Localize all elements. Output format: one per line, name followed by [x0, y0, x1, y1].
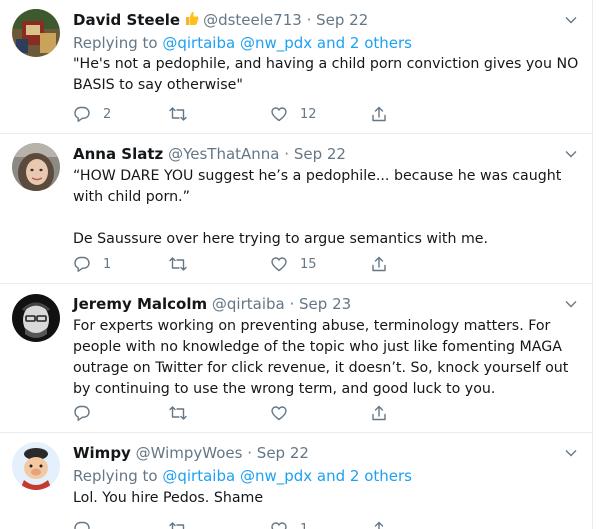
chevron-down-icon[interactable] — [564, 445, 578, 459]
like-count: 15 — [300, 256, 317, 272]
thumbs-up-emoji-icon — [184, 10, 200, 31]
user-handle[interactable]: @WimpyWoes — [136, 444, 243, 462]
tweet-actions: 2 12 — [73, 104, 403, 124]
tweet-text: For experts working on preventing abuse,… — [73, 318, 569, 397]
like-count: 1 — [300, 521, 309, 529]
share-button[interactable] — [370, 254, 388, 274]
tweet-text-paragraph-1: “HOW DARE YOU suggest he’s a pedophile..… — [73, 168, 562, 205]
tweet-text: Lol. You hire Pedos. Shame — [73, 490, 264, 506]
tweet-header: Anna Slatz @YesThatAnna · Sep 22 — [73, 145, 346, 163]
tweet-wimpy[interactable]: Wimpy @WimpyWoes · Sep 22 Replying to @q… — [0, 432, 592, 529]
share-icon — [372, 256, 386, 272]
tweet-jeremy-malcolm[interactable]: Jeremy Malcolm @qirtaiba · Sep 23 For ex… — [0, 283, 592, 433]
reply-count: 2 — [103, 106, 112, 122]
like-button[interactable]: 15 — [270, 254, 317, 274]
heart-icon — [271, 522, 287, 529]
avatar[interactable] — [12, 442, 60, 490]
reply-button[interactable]: 2 — [73, 104, 111, 124]
share-icon — [372, 106, 386, 122]
others-link[interactable]: and 2 others — [317, 467, 412, 485]
tweet-date[interactable]: Sep 22 — [316, 11, 368, 29]
heart-icon — [271, 406, 287, 421]
retweet-icon — [169, 522, 185, 529]
tweet-david-steele[interactable]: David Steele @dsteele713 · Sep 22 Replyin… — [0, 0, 592, 134]
display-name[interactable]: Anna Slatz — [73, 145, 163, 163]
retweet-button[interactable] — [168, 254, 200, 274]
tweet-date[interactable]: Sep 22 — [294, 145, 346, 163]
retweet-button[interactable] — [168, 519, 200, 529]
tweet-feed: David Steele @dsteele713 · Sep 22 Replyin… — [0, 0, 593, 529]
tweet-header: Jeremy Malcolm @qirtaiba · Sep 23 — [73, 295, 352, 313]
tweet-date[interactable]: Sep 22 — [257, 444, 309, 462]
tweet-actions: 1 15 — [73, 254, 403, 274]
tweet-actions: 1 — [73, 519, 403, 529]
replying-to: Replying to @qirtaiba @nw_pdx and 2 othe… — [73, 34, 412, 52]
retweet-button[interactable] — [168, 104, 200, 124]
reply-icon — [74, 521, 90, 529]
display-name[interactable]: Wimpy — [73, 444, 131, 462]
tweet-anna-slatz[interactable]: Anna Slatz @YesThatAnna · Sep 22 “HOW DA… — [0, 133, 592, 284]
avatar[interactable] — [12, 143, 60, 191]
retweet-icon — [169, 107, 187, 121]
others-link[interactable]: and 2 others — [317, 34, 412, 52]
mention-links[interactable]: @qirtaiba @nw_pdx — [162, 34, 312, 52]
share-icon — [372, 405, 386, 421]
share-icon — [374, 521, 384, 529]
chevron-down-icon[interactable] — [564, 146, 578, 160]
like-count: 12 — [300, 106, 317, 122]
tweet-date[interactable]: Sep 23 — [299, 295, 351, 313]
replying-to: Replying to @qirtaiba @nw_pdx and 2 othe… — [73, 467, 412, 485]
share-button[interactable] — [370, 104, 388, 124]
heart-icon — [271, 107, 287, 122]
retweet-icon — [169, 406, 187, 420]
retweet-icon — [169, 257, 187, 271]
mention-links[interactable]: @qirtaiba @nw_pdx — [162, 467, 312, 485]
tweet-text: “HOW DARE YOU suggest he’s a pedophile..… — [73, 166, 583, 250]
tweet-actions — [73, 403, 403, 423]
avatar[interactable] — [12, 294, 60, 342]
display-name[interactable]: David Steele — [73, 11, 180, 29]
reply-button[interactable] — [73, 403, 103, 423]
retweet-button[interactable] — [168, 403, 200, 423]
share-button[interactable] — [370, 403, 388, 423]
heart-icon — [271, 257, 287, 272]
chevron-down-icon[interactable] — [564, 296, 578, 310]
user-handle[interactable]: @dsteele713 — [203, 11, 302, 29]
reply-count: 1 — [103, 256, 112, 272]
tweet-text-paragraph-2: De Saussure over here trying to argue se… — [73, 231, 489, 247]
reply-button[interactable]: 1 — [73, 254, 111, 274]
reply-icon — [74, 106, 90, 122]
chevron-down-icon[interactable] — [564, 12, 578, 26]
tweet-header: David Steele @dsteele713 · Sep 22 — [73, 10, 369, 31]
avatar[interactable] — [12, 9, 60, 57]
display-name[interactable]: Jeremy Malcolm — [73, 295, 207, 313]
reply-icon — [74, 256, 90, 272]
share-button[interactable] — [370, 519, 388, 529]
user-handle[interactable]: @qirtaiba — [212, 295, 285, 313]
reply-icon — [74, 405, 90, 421]
user-handle[interactable]: @YesThatAnna — [168, 145, 279, 163]
like-button[interactable] — [270, 403, 300, 423]
tweet-text: "He's not a pedophile, and having a chil… — [73, 56, 579, 93]
like-button[interactable]: 1 — [270, 519, 308, 529]
like-button[interactable]: 12 — [270, 104, 317, 124]
tweet-header: Wimpy @WimpyWoes · Sep 22 — [73, 444, 309, 462]
reply-button[interactable] — [73, 519, 103, 529]
